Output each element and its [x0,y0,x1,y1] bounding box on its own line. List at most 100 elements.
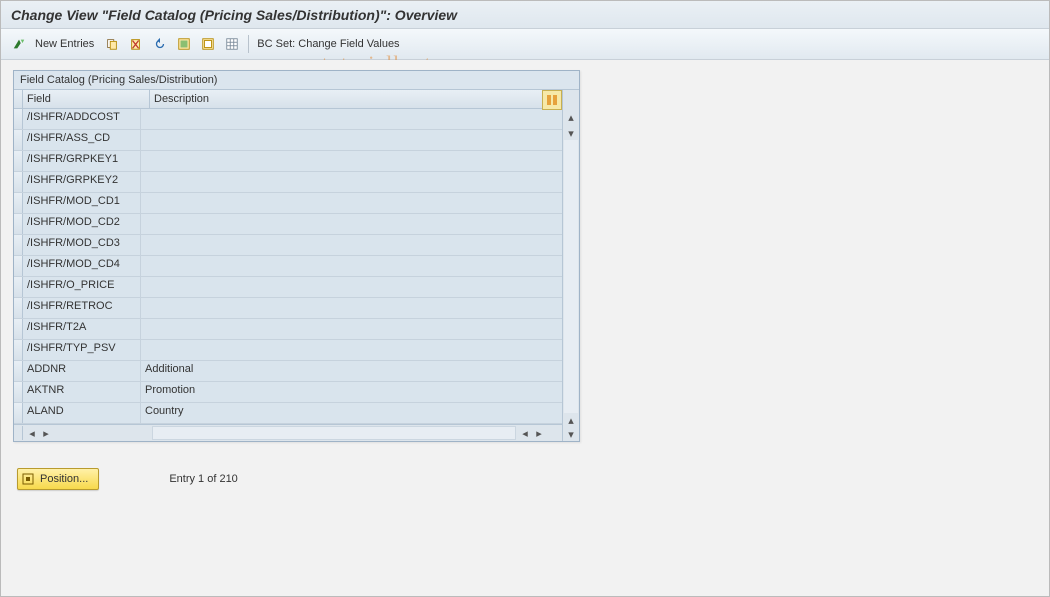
cell-description[interactable] [141,256,562,276]
bc-set-button[interactable]: BC Set: Change Field Values [255,38,403,50]
cell-description[interactable] [141,214,562,234]
row-selector[interactable] [14,319,23,339]
new-entries-button[interactable]: New Entries [33,38,98,50]
hscroll-left-icon[interactable]: ◂ [25,426,39,440]
cell-field[interactable]: /ISHFR/ADDCOST [23,109,141,129]
col-header-field[interactable]: Field [23,90,150,108]
undo-icon[interactable] [150,34,170,54]
table-row: /ISHFR/MOD_CD2 [14,214,562,235]
cell-field[interactable]: AKTNR [23,382,141,402]
table-row: /ISHFR/MOD_CD1 [14,193,562,214]
copy-as-icon[interactable] [102,34,122,54]
application-toolbar: www.tutorialkart.com New Entries BC Set:… [1,29,1049,60]
cell-field[interactable]: /ISHFR/MOD_CD1 [23,193,141,213]
cell-field[interactable]: /ISHFR/RETROC [23,298,141,318]
cell-field[interactable]: /ISHFR/MOD_CD4 [23,256,141,276]
work-area: Field Catalog (Pricing Sales/Distributio… [1,60,1049,490]
footer: Position... Entry 1 of 210 [13,468,1049,490]
vscroll-down-icon[interactable]: ▾ [564,427,578,441]
row-selector[interactable] [14,214,23,234]
field-catalog-group: Field Catalog (Pricing Sales/Distributio… [13,70,580,442]
table-row: AKTNRPromotion [14,382,562,403]
table-row: /ISHFR/O_PRICE [14,277,562,298]
row-selector[interactable] [14,256,23,276]
configure-columns-icon[interactable] [542,90,562,110]
cell-field[interactable]: /ISHFR/MOD_CD3 [23,235,141,255]
table-body-wrap: Field Description /ISHFR/ADDCOST/ISHFR/A… [14,90,562,441]
cell-field[interactable]: /ISHFR/ASS_CD [23,130,141,150]
table-settings-icon[interactable] [222,34,242,54]
other-view-icon[interactable] [9,34,29,54]
row-selector[interactable] [14,193,23,213]
row-selector[interactable] [14,235,23,255]
table-row: /ISHFR/ADDCOST [14,109,562,130]
cell-description[interactable] [141,130,562,150]
hscroll-track[interactable] [152,426,516,440]
table-row: /ISHFR/MOD_CD4 [14,256,562,277]
table-row: /ISHFR/GRPKEY1 [14,151,562,172]
cell-description[interactable]: Country [141,403,562,423]
hscroll-left2-icon[interactable]: ◂ [518,426,532,440]
table-row: ALANDCountry [14,403,562,424]
cell-description[interactable] [141,319,562,339]
delete-icon[interactable] [126,34,146,54]
select-all-icon[interactable] [174,34,194,54]
col-header-description[interactable]: Description [150,90,562,108]
hscroll-right2-icon[interactable]: ▸ [532,426,546,440]
position-button[interactable]: Position... [17,468,99,490]
cell-field[interactable]: /ISHFR/GRPKEY2 [23,172,141,192]
table-row: ADDNRAdditional [14,361,562,382]
row-selector[interactable] [14,361,23,381]
cell-description[interactable] [141,235,562,255]
cell-description[interactable] [141,109,562,129]
row-selector[interactable] [14,130,23,150]
page-title: Change View "Field Catalog (Pricing Sale… [11,7,457,23]
hscroll-right-icon[interactable]: ▸ [39,426,53,440]
cell-description[interactable] [141,193,562,213]
position-icon [22,473,34,485]
cell-description[interactable] [141,277,562,297]
cell-field[interactable]: /ISHFR/GRPKEY1 [23,151,141,171]
row-selector[interactable] [14,382,23,402]
toolbar-separator [248,35,249,53]
row-selector[interactable] [14,298,23,318]
cell-description[interactable] [141,172,562,192]
row-selector[interactable] [14,151,23,171]
row-selector[interactable] [14,172,23,192]
row-selector[interactable] [14,340,23,360]
cell-field[interactable]: /ISHFR/T2A [23,319,141,339]
cell-field[interactable]: /ISHFR/O_PRICE [23,277,141,297]
table-row: /ISHFR/GRPKEY2 [14,172,562,193]
position-button-label: Position... [40,473,88,485]
cell-field[interactable]: ADDNR [23,361,141,381]
vscroll-track[interactable] [564,140,578,413]
app-window: Change View "Field Catalog (Pricing Sale… [0,0,1050,597]
cell-description[interactable]: Promotion [141,382,562,402]
table-control: Field Description /ISHFR/ADDCOST/ISHFR/A… [14,90,579,441]
cell-field[interactable]: /ISHFR/TYP_PSV [23,340,141,360]
table-row: /ISHFR/TYP_PSV [14,340,562,361]
table-row: /ISHFR/ASS_CD [14,130,562,151]
row-selector[interactable] [14,403,23,423]
table-row: /ISHFR/MOD_CD3 [14,235,562,256]
cell-description[interactable] [141,298,562,318]
cell-field[interactable]: ALAND [23,403,141,423]
table-header: Field Description [14,90,562,109]
vscroll-up-icon[interactable]: ▴ [564,110,578,124]
title-bar: Change View "Field Catalog (Pricing Sale… [1,1,1049,29]
hscroll: ◂ ▸ ◂ ▸ [14,424,562,441]
row-selector-header[interactable] [14,90,23,108]
vscroll-down2-icon[interactable]: ▴ [564,413,578,427]
row-selector[interactable] [14,109,23,129]
group-caption: Field Catalog (Pricing Sales/Distributio… [14,71,579,90]
row-selector[interactable] [14,277,23,297]
cell-description[interactable] [141,151,562,171]
vscroll: ▴ ▾ ▴ ▾ [562,90,579,441]
cell-field[interactable]: /ISHFR/MOD_CD2 [23,214,141,234]
vscroll-up2-icon[interactable]: ▾ [564,126,578,140]
cell-description[interactable]: Additional [141,361,562,381]
entry-counter: Entry 1 of 210 [169,473,238,485]
cell-description[interactable] [141,340,562,360]
table-row: /ISHFR/RETROC [14,298,562,319]
deselect-all-icon[interactable] [198,34,218,54]
